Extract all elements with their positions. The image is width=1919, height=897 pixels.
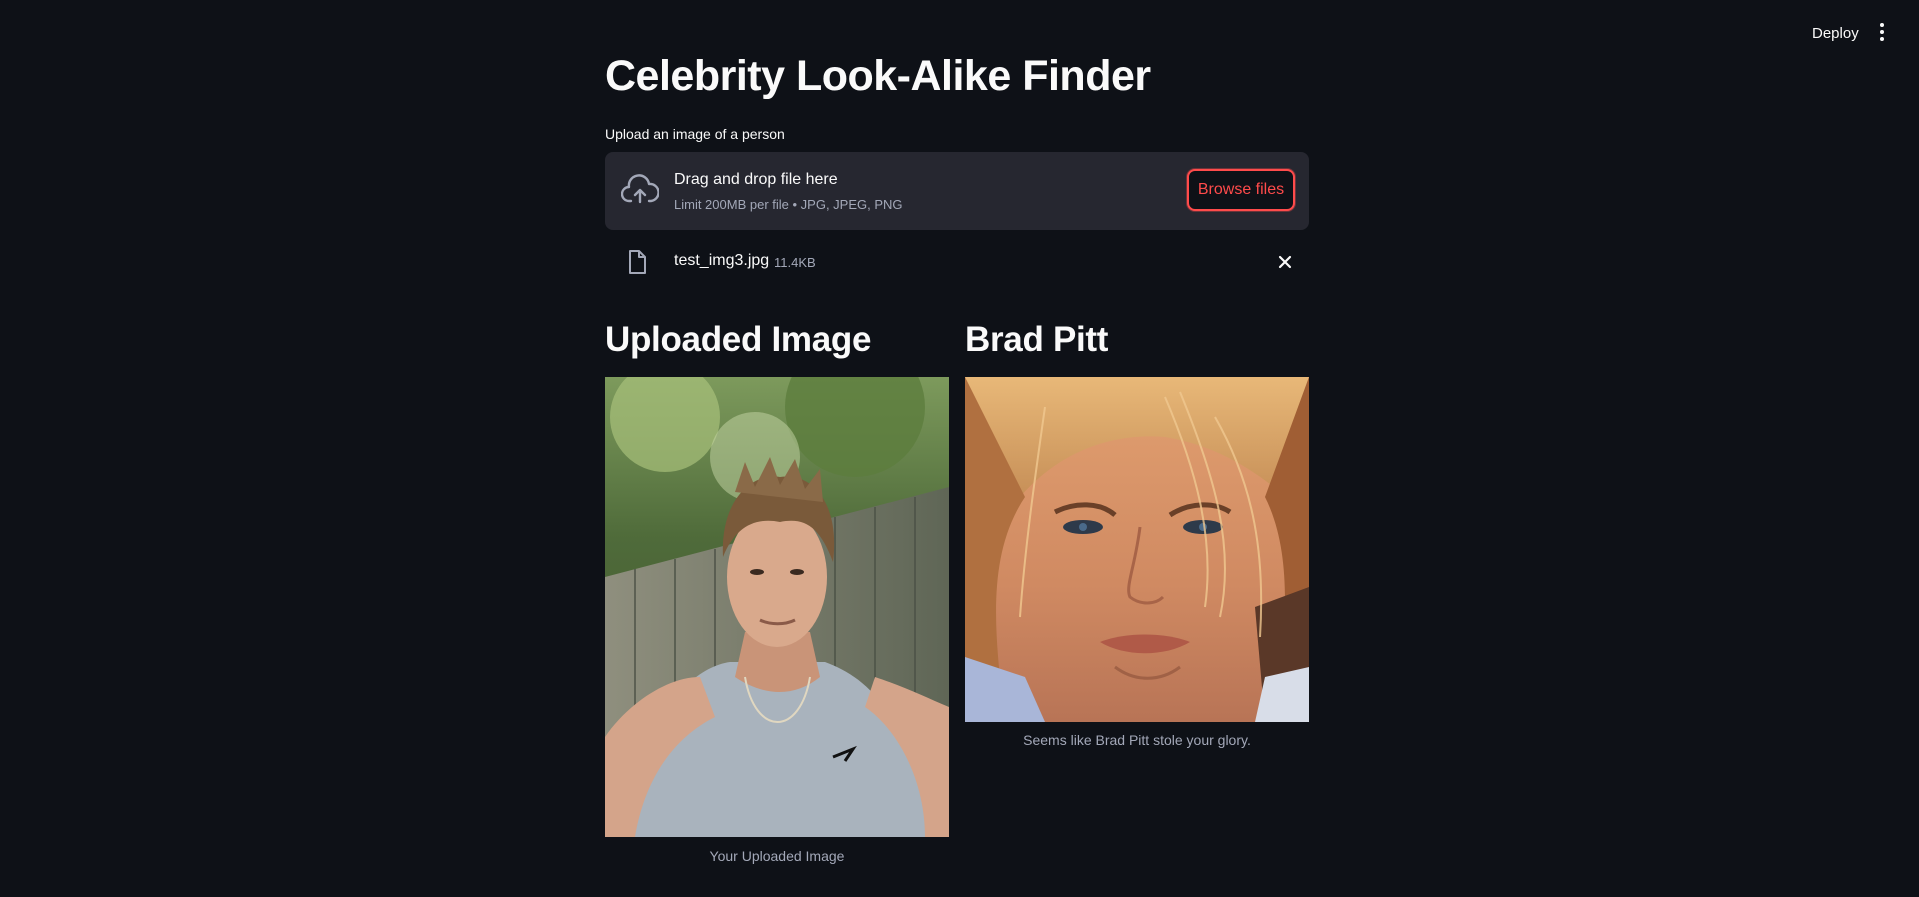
uploaded-file-row: test_img3.jpg 11.4KB — [605, 244, 1309, 280]
uploaded-image-heading: Uploaded Image — [605, 320, 872, 359]
match-heading: Brad Pitt — [965, 320, 1109, 359]
uploaded-photo-image — [605, 377, 949, 837]
dropzone-limits: Limit 200MB per file • JPG, JPEG, PNG — [674, 197, 903, 212]
uploaded-file-name: test_img3.jpg — [674, 252, 770, 269]
match-column: Brad Pitt Seems like Brad Pitt stole you… — [965, 318, 1309, 748]
uploaded-file-size: 11.4KB — [774, 255, 816, 270]
uploaded-image-caption: Your Uploaded Image — [709, 848, 845, 864]
uploader-label: Upload an image of a person — [605, 126, 785, 142]
uploaded-image-column: Uploaded Image Your Uploaded Image — [605, 318, 949, 864]
file-icon — [629, 250, 646, 274]
browse-files-button[interactable]: Browse files — [1187, 169, 1295, 211]
cloud-upload-icon — [621, 174, 659, 204]
close-icon[interactable] — [1276, 253, 1294, 271]
file-dropzone[interactable]: Drag and drop file here Limit 200MB per … — [605, 152, 1309, 230]
main-menu-button[interactable] — [1872, 20, 1892, 44]
page-title: Celebrity Look-Alike Finder — [605, 52, 1151, 100]
deploy-button[interactable]: Deploy — [1806, 21, 1865, 46]
celebrity-photo-image — [965, 377, 1309, 722]
celebrity-photo — [965, 377, 1309, 722]
match-caption: Seems like Brad Pitt stole your glory. — [1023, 732, 1251, 748]
vertical-ellipsis-icon — [1880, 23, 1884, 27]
uploaded-photo — [605, 377, 949, 837]
dropzone-title: Drag and drop file here — [674, 171, 838, 188]
